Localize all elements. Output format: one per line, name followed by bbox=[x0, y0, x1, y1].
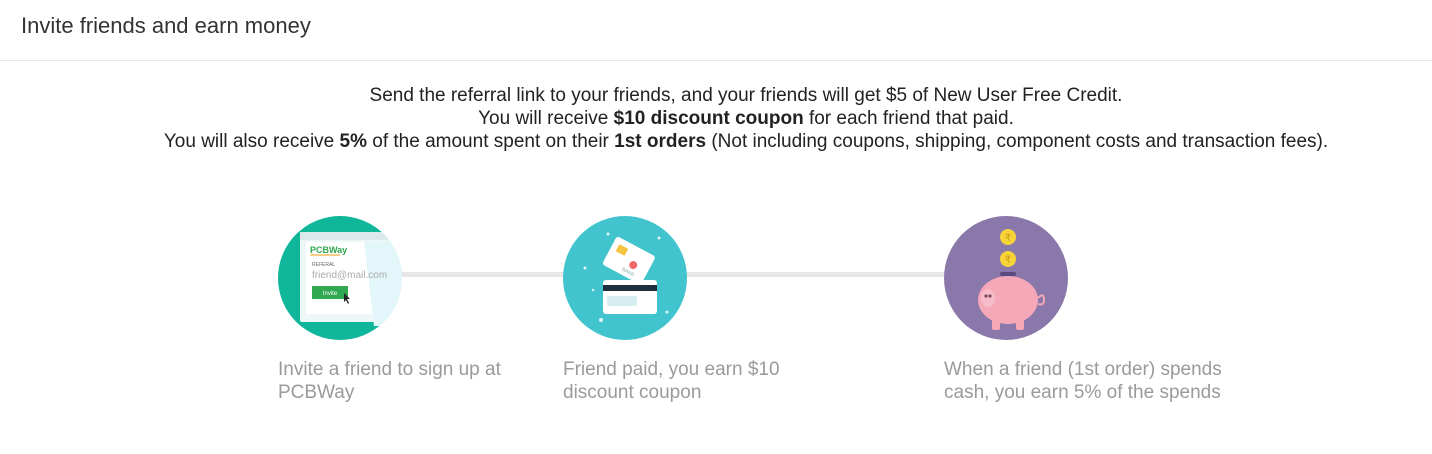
intro-text: You will also receive bbox=[163, 131, 340, 152]
step-connector-2 bbox=[680, 272, 950, 277]
first-orders-highlight: 1st orders bbox=[614, 131, 707, 152]
step-1-text: Invite a friend to sign up at PCBWay bbox=[278, 359, 501, 403]
intro-text: of the amount spent on their bbox=[367, 131, 615, 152]
intro-line-2: You will receive $10 discount coupon for… bbox=[0, 107, 1432, 130]
bank-card-icon: BANK bbox=[583, 232, 669, 322]
referral-intro: Send the referral link to your friends, … bbox=[0, 84, 1432, 153]
invite-button-label: Invite bbox=[323, 291, 338, 297]
brand-logo: PCBWay bbox=[310, 245, 347, 255]
piggy-bank-illustration: ₹ ₹ bbox=[944, 216, 1068, 340]
page-title: Invite friends and earn money bbox=[21, 13, 311, 38]
page-header: Invite friends and earn money bbox=[0, 0, 1432, 61]
percent-highlight: 5% bbox=[339, 131, 367, 152]
coupon-highlight: $10 discount coupon bbox=[613, 108, 804, 129]
coin-symbol: ₹ bbox=[1005, 255, 1011, 266]
intro-line-3: You will also receive 5% of the amount s… bbox=[0, 130, 1432, 153]
intro-text: (Not including coupons, shipping, compon… bbox=[706, 131, 1329, 152]
step-3-text: When a friend (1st order) spends cash, y… bbox=[944, 359, 1222, 403]
referral-form-icon: PCBWay REFERAL friend@mail.com Invite bbox=[300, 232, 402, 326]
email-placeholder: friend@mail.com bbox=[312, 270, 387, 281]
intro-text: You will receive bbox=[478, 108, 614, 129]
referral-label: REFERAL bbox=[312, 262, 335, 268]
payment-illustration: BANK bbox=[563, 216, 687, 340]
intro-text: for each friend that paid. bbox=[803, 108, 1014, 129]
invite-illustration: PCBWay REFERAL friend@mail.com Invite bbox=[278, 216, 402, 340]
step-connector-1 bbox=[395, 272, 570, 277]
piggy-bank-icon: ₹ ₹ bbox=[978, 229, 1046, 330]
intro-line-1: Send the referral link to your friends, … bbox=[369, 85, 1123, 106]
coin-symbol: ₹ bbox=[1005, 233, 1011, 244]
step-2-text: Friend paid, you earn $10 discount coupo… bbox=[563, 359, 780, 403]
